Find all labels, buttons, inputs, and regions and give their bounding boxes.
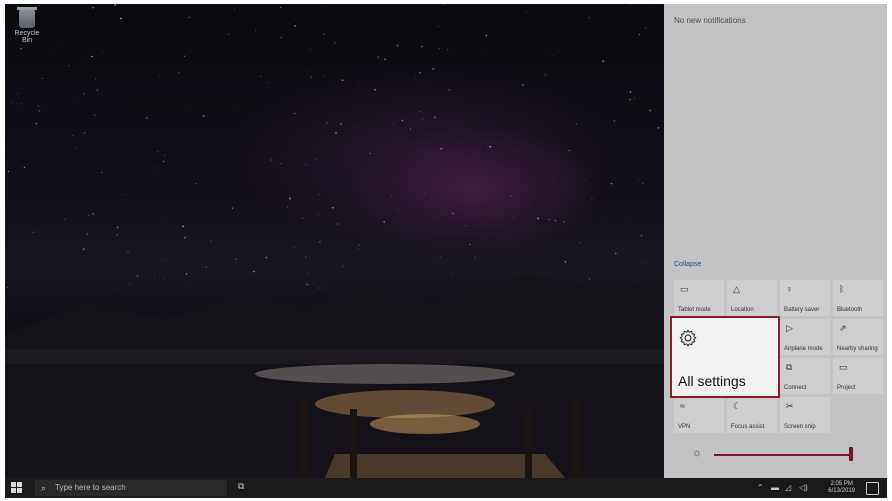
moon-icon: ☾: [733, 401, 742, 411]
share-icon: ⇗: [839, 323, 847, 333]
tile-label: Screen snip: [784, 424, 816, 430]
tile-tablet-mode[interactable]: ▭ Tablet mode: [674, 280, 724, 316]
start-button[interactable]: [11, 482, 23, 494]
tile-label: Tablet mode: [678, 307, 711, 313]
chevron-up-icon[interactable]: ⌃: [757, 483, 764, 492]
system-tray: ⌃ ▬ ◿ ◁): [757, 478, 817, 498]
brightness-thumb[interactable]: [849, 447, 853, 461]
snip-icon: ✂: [786, 401, 794, 411]
landscape: [5, 274, 664, 478]
bluetooth-icon: ᛒ: [839, 284, 845, 294]
project-icon: ▭: [839, 362, 848, 372]
recycle-bin-label: Recycle Bin: [14, 30, 40, 44]
vpn-icon: ≈: [680, 401, 685, 411]
tile-label: Airplane mode: [784, 346, 823, 352]
action-center: No new notifications Collapse ▭ Tablet m…: [664, 4, 887, 478]
battery-tray-icon[interactable]: ▬: [771, 483, 779, 492]
brightness-slider[interactable]: ☼: [664, 444, 887, 466]
battery-icon: ♀: [786, 284, 793, 294]
volume-icon[interactable]: ◁): [799, 483, 808, 492]
sun-icon: ☼: [692, 447, 703, 459]
tile-nearby-sharing[interactable]: ⇗ Nearby sharing: [833, 319, 883, 355]
screen: Recycle Bin No new notifications Collaps…: [5, 4, 887, 498]
search-placeholder: Type here to search: [55, 483, 126, 492]
tile-bluetooth[interactable]: ᛒ Bluetooth: [833, 280, 883, 316]
airplane-icon: ▷: [786, 323, 793, 333]
brightness-track: [714, 454, 850, 456]
gear-icon: [679, 329, 697, 347]
tile-focus-assist[interactable]: ☾ Focus assist: [727, 397, 777, 433]
tile-label: Location: [731, 307, 754, 313]
tile-label: Focus assist: [731, 424, 765, 430]
tablet-icon: ▭: [680, 284, 689, 294]
desktop-wallpaper: Recycle Bin: [5, 4, 664, 478]
windows-logo-icon: [11, 482, 16, 487]
tile-label: VPN: [678, 424, 691, 430]
recycle-bin[interactable]: Recycle Bin: [9, 7, 45, 44]
tile-vpn[interactable]: ≈ VPN: [674, 397, 724, 433]
search-icon: ⌕: [41, 483, 47, 493]
tile-label: Nearby sharing: [837, 346, 878, 352]
clock-time: 2:05 PM: [830, 481, 853, 487]
tile-screen-snip[interactable]: ✂ Screen snip: [780, 397, 830, 433]
tile-label: Bluetooth: [837, 307, 863, 313]
tile-label: Battery saver: [784, 307, 820, 313]
tile-project[interactable]: ▭ Project: [833, 358, 883, 394]
tile-label: Project: [837, 385, 856, 391]
collapse-link[interactable]: Collapse: [674, 261, 701, 268]
network-icon[interactable]: ◿: [785, 483, 791, 492]
taskbar-clock[interactable]: 2:05 PM 6/13/2019: [828, 481, 855, 495]
notifications-icon[interactable]: [866, 482, 879, 495]
clock-date: 6/13/2019: [828, 488, 855, 494]
tile-battery-saver[interactable]: ♀ Battery saver: [780, 280, 830, 316]
recycle-bin-icon: [17, 7, 37, 28]
task-view-icon[interactable]: ⧉: [238, 481, 244, 492]
all-settings-label: All settings: [678, 373, 746, 389]
taskbar: ⌕ Type here to search ⧉ ⌃ ▬ ◿ ◁) 2:05 PM…: [5, 478, 887, 498]
tile-airplane-mode[interactable]: ▷ Airplane mode: [780, 319, 830, 355]
tile-connect[interactable]: ⧉ Connect: [780, 358, 830, 394]
tile-all-settings[interactable]: All settings: [670, 316, 780, 398]
tile-location[interactable]: △ Location: [727, 280, 777, 316]
location-icon: △: [733, 284, 740, 294]
tile-label: Connect: [784, 385, 807, 391]
no-notifications-text: No new notifications: [674, 16, 746, 25]
connect-icon: ⧉: [786, 362, 793, 372]
taskbar-search-box[interactable]: ⌕ Type here to search: [35, 480, 227, 496]
